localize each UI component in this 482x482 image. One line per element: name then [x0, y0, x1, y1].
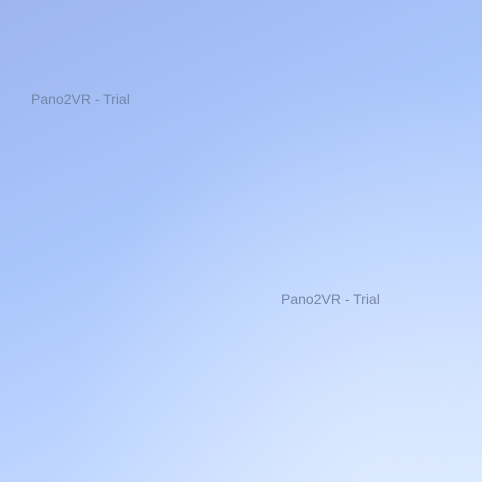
trial-watermark: Pano2VR - Trial — [281, 291, 380, 307]
sky-haze — [0, 0, 482, 482]
panorama-viewport[interactable]: Pano2VR - Trial Pano2VR - Trial — [0, 0, 482, 482]
trial-watermark: Pano2VR - Trial — [31, 91, 130, 107]
